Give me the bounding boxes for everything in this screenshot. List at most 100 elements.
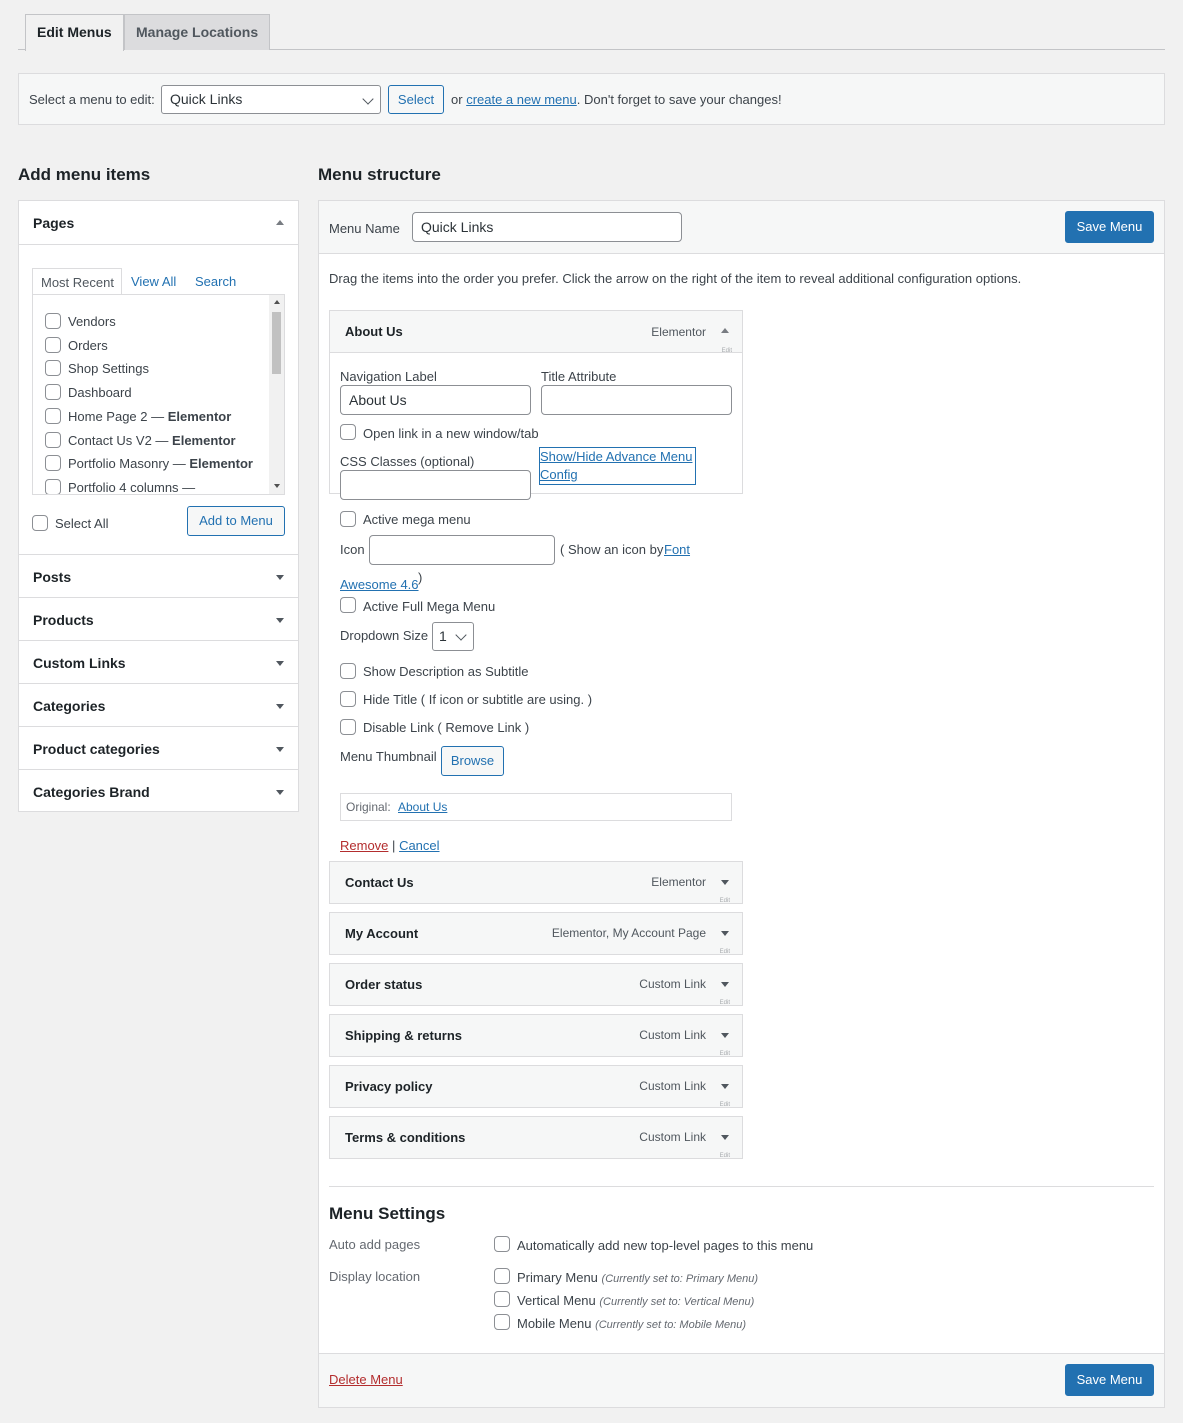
page-list-item[interactable]: Portfolio Masonry — Elementor <box>33 455 269 475</box>
delete-menu-link[interactable]: Delete Menu <box>329 1372 403 1387</box>
css-classes-input[interactable] <box>340 470 531 500</box>
show-hide-advanced-config-link[interactable]: Show/Hide Advance Menu Config <box>539 447 696 485</box>
menu-item-type: Elementor, My Account Page <box>551 926 706 940</box>
edit-link-peek: Edit <box>719 1051 730 1057</box>
scrollbar-thumb[interactable] <box>272 312 281 374</box>
active-mega-menu-checkbox[interactable] <box>340 511 356 527</box>
location-note: (Currently set to: Mobile Menu) <box>595 1319 747 1331</box>
expand-arrow-icon[interactable] <box>721 931 729 936</box>
page-checkbox[interactable] <box>45 478 61 494</box>
page-list-item[interactable]: Portfolio 4 columns — <box>33 478 269 494</box>
expand-arrow-icon[interactable] <box>721 880 729 885</box>
page-label: Portfolio 4 columns — <box>68 480 195 494</box>
pages-checklist: Vendors Orders Shop Settings Dashboard Home … <box>32 294 285 495</box>
disable-link-checkbox[interactable] <box>340 719 356 735</box>
active-full-mega-menu-checkbox[interactable] <box>340 597 356 613</box>
page-list-item[interactable]: Shop Settings <box>33 360 269 380</box>
page-checkbox[interactable] <box>45 455 61 472</box>
location-checkbox[interactable] <box>494 1314 510 1330</box>
dropdown-size-label: Dropdown Size <box>340 628 429 643</box>
remove-item-link[interactable]: Remove <box>340 838 388 853</box>
location-checkbox[interactable] <box>494 1291 510 1307</box>
panel-custom-links[interactable]: Custom Links <box>19 641 298 684</box>
browse-button[interactable]: Browse <box>441 746 504 776</box>
tab-search[interactable]: Search <box>195 274 236 289</box>
menu-item-type: Custom Link <box>639 977 706 991</box>
menu-item[interactable]: Contact Us Elementor Edit <box>329 861 743 904</box>
page-checkbox[interactable] <box>45 407 61 424</box>
menu-item[interactable]: Privacy policy Custom Link Edit <box>329 1065 743 1108</box>
panel-product-categories[interactable]: Product categories <box>19 727 298 770</box>
disable-link-label: Disable Link ( Remove Link ) <box>363 720 530 735</box>
page-list-item[interactable]: Home Page 2 — Elementor <box>33 407 269 428</box>
pages-scrollbar[interactable] <box>269 295 284 494</box>
select-all-checkbox[interactable] <box>32 515 48 531</box>
page-label: Vendors <box>68 314 116 329</box>
location-checkbox[interactable] <box>494 1268 510 1284</box>
tab-edit-menus[interactable]: Edit Menus <box>25 14 124 51</box>
expand-arrow-icon[interactable] <box>721 982 729 987</box>
tab-view-all[interactable]: View All <box>131 274 176 289</box>
open-new-window-checkbox[interactable] <box>340 424 356 440</box>
menu-item[interactable]: Order status Custom Link Edit <box>329 963 743 1006</box>
hide-title-checkbox[interactable] <box>340 691 356 707</box>
panel-title: Categories Brand <box>33 784 150 800</box>
page-title: Home Page 2 — <box>68 408 168 424</box>
save-menu-button-top[interactable]: Save Menu <box>1065 211 1154 243</box>
page-list-item[interactable]: Vendors <box>33 313 269 333</box>
menu-name-input[interactable] <box>412 212 682 242</box>
navigation-label-input[interactable] <box>340 385 531 415</box>
display-location-option[interactable]: Primary Menu (Currently set to: Primary … <box>494 1268 794 1286</box>
pages-panel-header[interactable]: Pages <box>19 201 298 244</box>
panel-categories[interactable]: Categories <box>19 684 298 727</box>
scroll-up-icon[interactable] <box>274 300 280 304</box>
menu-item-about-us-handle[interactable]: About Us Elementor Edit <box>330 311 742 354</box>
page-list-item[interactable]: Orders <box>33 336 269 357</box>
menu-select[interactable]: Quick Links <box>161 85 381 114</box>
page-checkbox[interactable] <box>45 431 61 448</box>
display-location-option[interactable]: Vertical Menu (Currently set to: Vertica… <box>494 1291 794 1309</box>
original-link[interactable]: About Us <box>398 800 447 814</box>
menu-item[interactable]: Shipping & returns Custom Link Edit <box>329 1014 743 1057</box>
chevron-down-icon <box>362 93 374 105</box>
add-to-menu-button[interactable]: Add to Menu <box>187 506 285 536</box>
create-new-menu-link[interactable]: create a new menu <box>466 92 577 107</box>
page-label: Orders <box>68 338 108 353</box>
menu-item-title: Privacy policy <box>345 1079 433 1094</box>
cancel-item-link[interactable]: Cancel <box>399 838 439 853</box>
collapse-arrow-icon[interactable] <box>721 328 729 333</box>
page-checkbox[interactable] <box>45 336 61 353</box>
page-list-item[interactable]: Contact Us V2 — Elementor <box>33 431 269 452</box>
expand-arrow-icon[interactable] <box>721 1033 729 1038</box>
page-list-item[interactable]: Dashboard <box>33 384 269 404</box>
font-awesome-link[interactable]: Font Awesome 4.6 <box>340 532 700 602</box>
menu-item[interactable]: My Account Elementor, My Account Page Edit <box>329 912 743 955</box>
display-location-option[interactable]: Mobile Menu (Currently set to: Mobile Me… <box>494 1314 794 1332</box>
menu-settings-heading: Menu Settings <box>329 1204 446 1223</box>
panel-categories-brand[interactable]: Categories Brand <box>19 770 298 813</box>
panel-posts[interactable]: Posts <box>19 555 298 598</box>
save-menu-button-bottom[interactable]: Save Menu <box>1065 1364 1154 1396</box>
tab-most-recent[interactable]: Most Recent <box>32 268 122 295</box>
page-checkbox[interactable] <box>45 313 61 329</box>
dropdown-size-select[interactable]: 1 <box>432 622 474 651</box>
select-button[interactable]: Select <box>388 85 444 114</box>
menu-item[interactable]: Terms & conditions Custom Link Edit <box>329 1116 743 1159</box>
auto-add-pages-checkbox[interactable] <box>494 1236 510 1252</box>
page-title: Portfolio Masonry — <box>68 456 190 472</box>
expand-arrow-icon[interactable] <box>721 1084 729 1089</box>
scroll-down-icon[interactable] <box>274 484 280 488</box>
page-title: Contact Us V2 — <box>68 432 173 448</box>
show-description-checkbox[interactable] <box>340 663 356 679</box>
page-checkbox[interactable] <box>45 360 61 377</box>
panel-products[interactable]: Products <box>19 598 298 641</box>
title-attribute-input[interactable] <box>541 385 732 415</box>
expand-arrow-icon[interactable] <box>721 1135 729 1140</box>
original-label: Original: <box>346 800 391 814</box>
tab-manage-locations[interactable]: Manage Locations <box>124 14 271 50</box>
navigation-label-label: Navigation Label <box>340 369 437 384</box>
panel-title: Categories <box>33 698 106 714</box>
auto-add-pages-label: Auto add pages <box>329 1237 421 1252</box>
page-checkbox[interactable] <box>45 384 61 401</box>
page-label: Shop Settings <box>68 361 149 376</box>
